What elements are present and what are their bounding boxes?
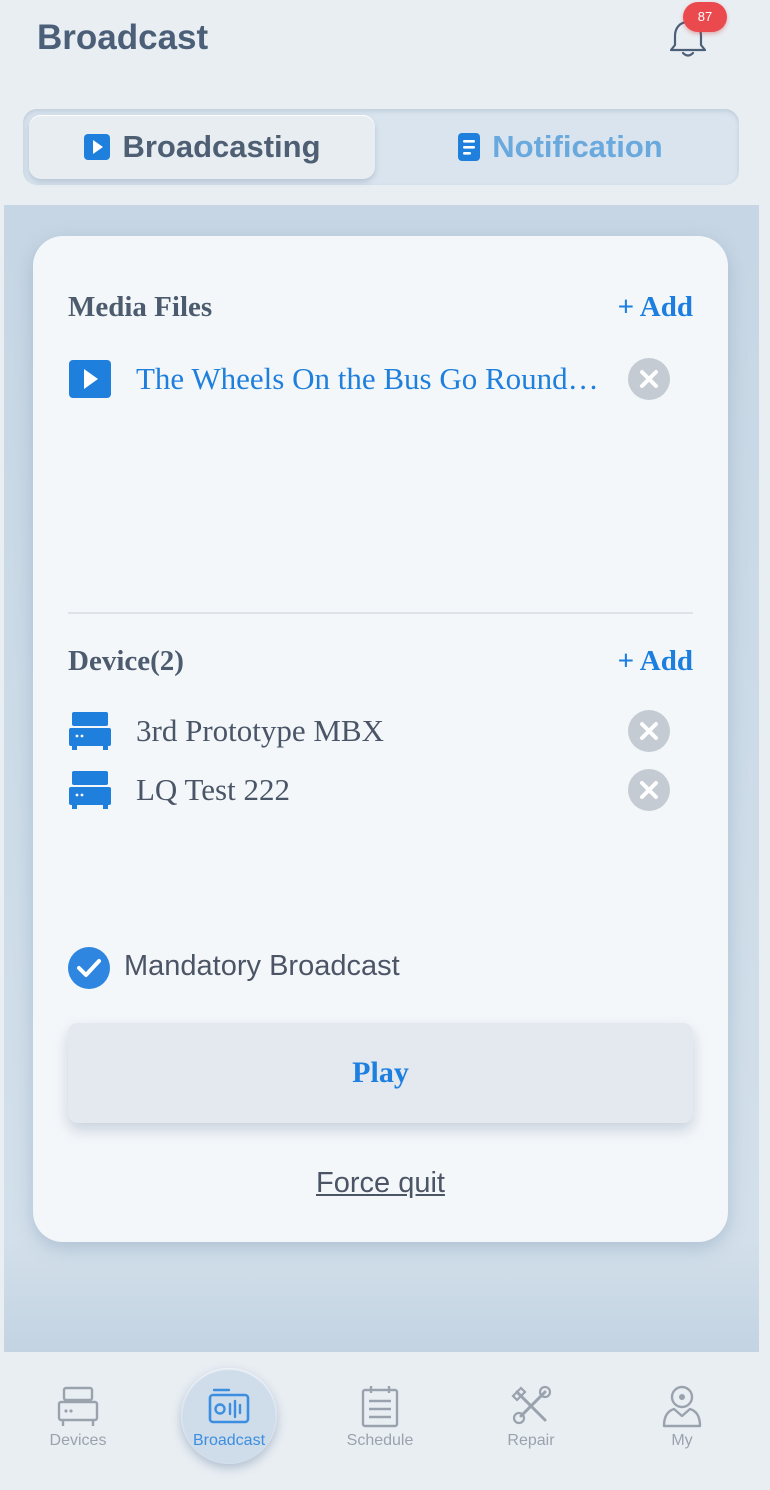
devices-icon: [57, 1386, 99, 1426]
tab-schedule-label: Schedule: [346, 1432, 414, 1449]
repair-icon: [511, 1385, 552, 1425]
tab-devices[interactable]: Devices: [3, 1352, 153, 1490]
remove-media-button[interactable]: [628, 358, 670, 400]
schedule-icon: [361, 1386, 399, 1428]
tab-devices-label: Devices: [49, 1432, 107, 1449]
tab-broadcast-label: Broadcast: [192, 1432, 266, 1449]
checkmark-icon: [77, 959, 101, 977]
tab-broadcast[interactable]: Broadcast: [154, 1352, 304, 1490]
device-item[interactable]: 3rd Prototype MBX: [68, 707, 698, 755]
media-files-title: Media Files: [68, 291, 213, 323]
device-name: 3rd Prototype MBX: [136, 713, 384, 748]
remove-device-button[interactable]: [628, 710, 670, 752]
tab-my[interactable]: My: [607, 1352, 757, 1490]
close-icon: [640, 722, 658, 740]
divider: [68, 612, 693, 614]
force-quit-link[interactable]: Force quit: [33, 1167, 728, 1200]
notification-badge: 87: [683, 2, 727, 32]
remove-device-button[interactable]: [628, 769, 670, 811]
mandatory-checkbox[interactable]: [68, 947, 110, 989]
play-square-icon: [69, 360, 111, 398]
device-box-icon: [69, 771, 111, 809]
broadcast-icon: [208, 1388, 250, 1424]
tab-my-label: My: [671, 1432, 693, 1449]
tab-notification-label: Notification: [492, 129, 663, 164]
close-icon: [640, 370, 658, 388]
tab-notification[interactable]: Notification: [387, 115, 733, 179]
page-title: Broadcast: [37, 18, 209, 57]
bottom-tab-bar: Devices Broadcast Schedule Repair My: [0, 1352, 770, 1490]
add-device-button[interactable]: + Add: [618, 645, 693, 678]
add-media-button[interactable]: + Add: [618, 291, 693, 324]
broadcast-card: Media Files + Add The Wheels On the Bus …: [33, 236, 728, 1242]
device-item[interactable]: LQ Test 222: [68, 766, 698, 814]
close-icon: [640, 781, 658, 799]
play-button[interactable]: Play: [68, 1023, 693, 1123]
tab-schedule[interactable]: Schedule: [305, 1352, 455, 1490]
device-name: LQ Test 222: [136, 772, 290, 807]
user-icon: [662, 1385, 702, 1428]
media-item[interactable]: The Wheels On the Bus Go Rounds and Roun…: [68, 355, 698, 403]
segment-control: Broadcasting Notification: [23, 109, 739, 185]
mandatory-label: Mandatory Broadcast: [124, 950, 400, 982]
document-icon: [458, 133, 481, 161]
header: Broadcast 87 Broadcasting Notification: [0, 0, 770, 205]
tab-broadcasting[interactable]: Broadcasting: [29, 115, 375, 179]
tab-broadcasting-label: Broadcasting: [122, 129, 321, 164]
tab-repair-label: Repair: [507, 1432, 555, 1449]
device-title: Device(2): [68, 645, 184, 677]
tab-repair[interactable]: Repair: [456, 1352, 606, 1490]
media-file-name: The Wheels On the Bus Go Rounds and Roun…: [136, 361, 606, 396]
device-box-icon: [69, 712, 111, 750]
play-square-icon: [84, 134, 111, 160]
